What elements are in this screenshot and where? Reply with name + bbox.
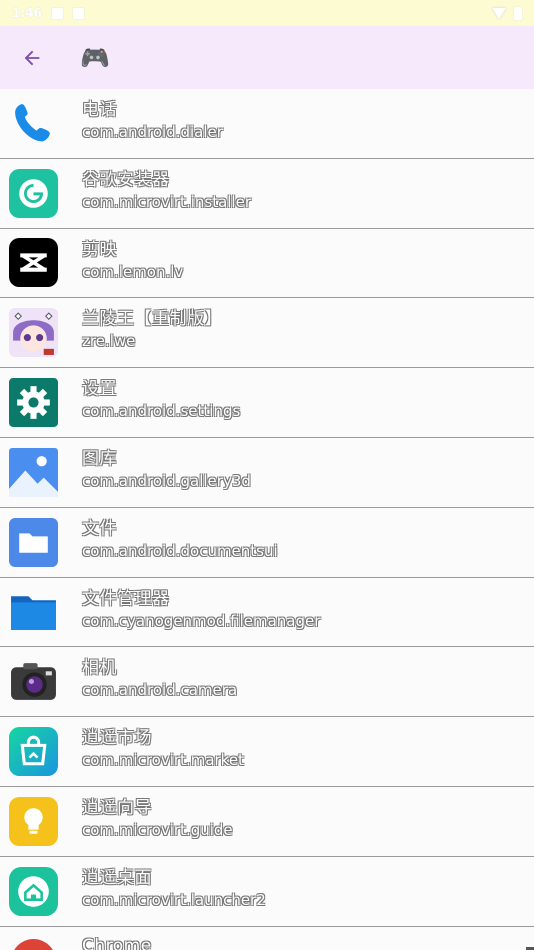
market-bag-icon [9,727,58,777]
app-name: 逍遥市场 [82,728,152,749]
app-list-item[interactable]: 谷歌安装器 com.microvirt.installer [0,158,534,229]
app-package: com.lemon.lv [82,262,184,281]
app-name: 电话 [82,100,117,120]
app-list-item[interactable]: 剪映 com.lemon.lv [0,228,534,299]
status-time: 1:46 [12,6,42,20]
app-package: com.microvirt.guide [82,820,233,839]
home-icon [9,866,58,916]
app-list-item[interactable]: 电话 com.android.dialer [0,89,534,159]
phone-icon [15,103,50,142]
file-manager-folder-icon [11,596,56,631]
wifi-icon [492,7,506,19]
app-list-item[interactable]: 兰陵王【重制版】 zre.lwe [0,298,534,369]
app-list-item[interactable]: 文件 com.android.documentsui [0,507,534,578]
app-name: 相机 [82,658,117,679]
google-installer-icon [9,168,58,218]
capcut-icon [9,238,58,288]
app-name: 逍遥向导 [82,797,152,818]
app-name: Chrome [82,935,152,950]
app-package: com.android.dialer [82,123,223,141]
app-list-item[interactable]: 文件管理器 com.cyanogenmod.filemanager [0,577,534,648]
battery-icon [514,6,522,20]
arrow-left-icon [24,50,40,65]
app-package: com.android.camera [82,681,238,700]
app-list-item[interactable]: 逍遥桌面 com.microvirt.launcher2 [0,856,534,927]
app-package: com.android.gallery3d [82,471,251,490]
anime-avatar-icon [9,308,58,358]
chrome-icon [13,938,54,950]
app-name: 文件 [82,518,117,539]
app-package: com.microvirt.launcher2 [82,890,266,909]
app-name: 文件管理器 [82,588,170,609]
app-package: com.microvirt.installer [82,192,251,211]
gallery-icon [9,447,58,497]
app-list-item[interactable]: 逍遥向导 com.microvirt.guide [0,786,534,857]
settings-gear-icon [9,378,58,428]
app-name: 谷歌安装器 [82,169,170,190]
app-package: zre.lwe [82,332,136,351]
back-button[interactable] [12,38,52,78]
app-package: com.microvirt.market [82,751,244,770]
notification-icon [51,7,63,19]
app-bar: 🎮 [0,26,534,89]
lightbulb-icon [9,796,58,846]
app-list-item[interactable]: 图库 com.android.gallery3d [0,437,534,508]
sd-card-icon [72,7,84,19]
app-list-item[interactable]: 设置 com.android.settings [0,368,534,438]
folder-icon [9,517,58,567]
app-name: 图库 [82,448,117,469]
app-package: com.cyanogenmod.filemanager [82,611,321,630]
status-bar: 1:46 [0,0,534,26]
app-name: 兰陵王【重制版】 [82,309,222,330]
camera-icon [11,663,56,701]
app-list-item[interactable]: 相机 com.android.camera [0,647,534,718]
app-name: 逍遥桌面 [82,867,152,888]
app-package: com.android.settings [82,402,241,421]
app-list: 电话 com.android.dialer 谷歌安装器 com.microvir… [0,89,534,950]
app-name: 剪映 [82,239,117,260]
app-package: com.android.documentsui [82,541,278,560]
app-list-item[interactable]: Chrome [0,926,534,950]
app-list-item[interactable]: 逍遥市场 com.microvirt.market [0,717,534,787]
gamepad-icon: 🎮 [80,43,110,72]
app-name: 设置 [82,379,117,400]
